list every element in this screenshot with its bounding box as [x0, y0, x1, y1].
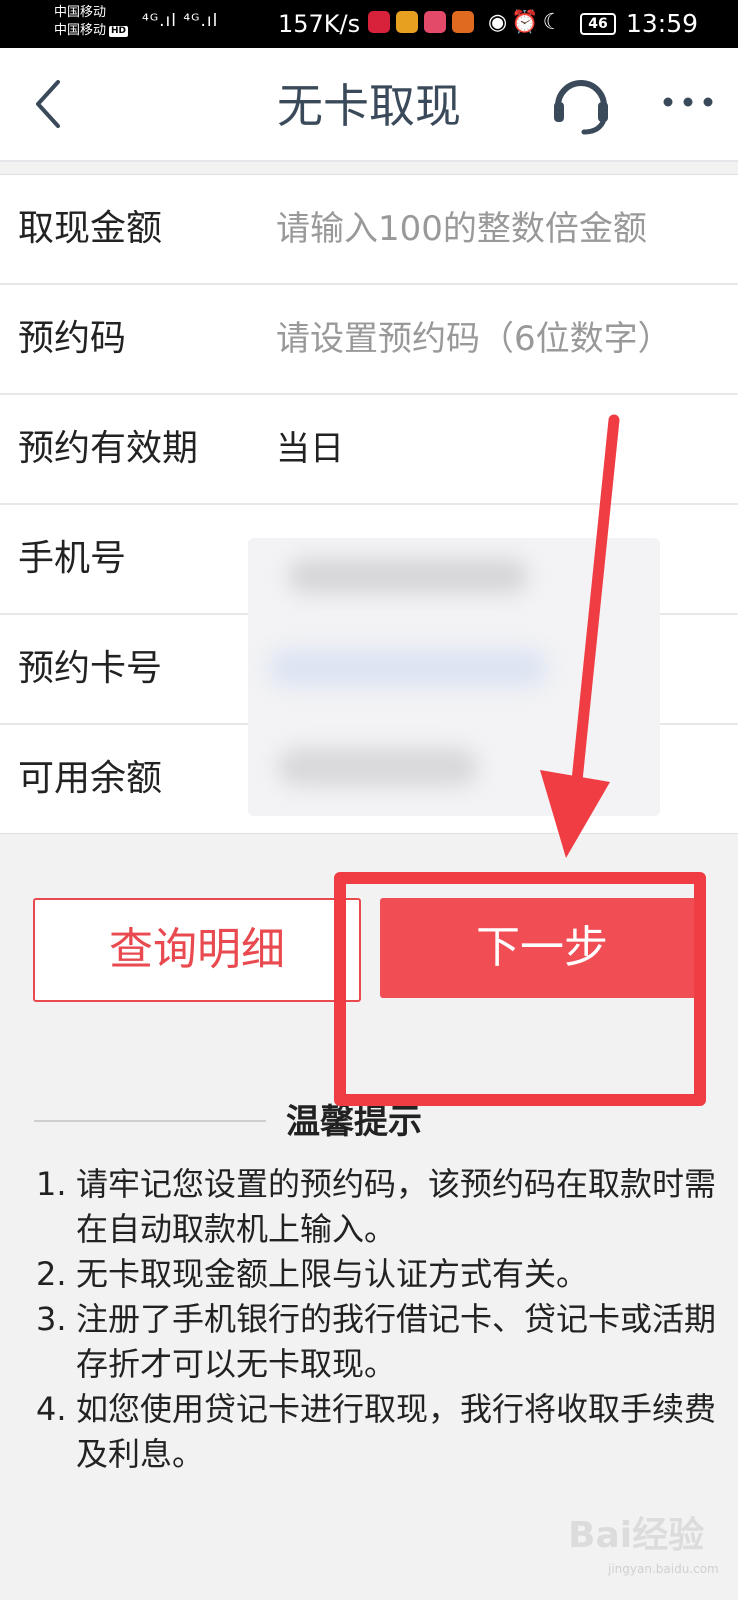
status-bar: 中国移动 中国移动 HD ⁴ᴳ.ıl ⁴ᴳ.ıl 157K/s ◉⏰☾ 46 13…: [0, 0, 738, 48]
tip-text: 如您使用贷记卡进行取现，我行将收取手续费及利息。: [76, 1390, 717, 1473]
query-details-button[interactable]: 查询明细: [33, 898, 361, 1002]
tip-number: 3.: [36, 1300, 67, 1338]
more-button[interactable]: [660, 82, 720, 122]
tip-item: 4. 如您使用贷记卡进行取现，我行将收取手续费及利息。: [36, 1387, 716, 1477]
customer-service-button[interactable]: [548, 70, 614, 136]
clock: 13:59: [626, 9, 699, 38]
form-row-amount: 取现金额: [0, 175, 738, 285]
amount-input[interactable]: [276, 203, 716, 255]
reservation-code-input[interactable]: [276, 313, 716, 365]
tips-divider: [34, 1120, 266, 1122]
system-status-icons: ◉⏰☾: [488, 10, 567, 35]
tip-text: 无卡取现金额上限与认证方式有关。: [76, 1255, 589, 1293]
headset-icon: [554, 80, 608, 135]
code-label: 预约码: [18, 318, 127, 359]
tip-item: 1. 请牢记您设置的预约码，该预约码在取款时需在自动取款机上输入。: [36, 1162, 716, 1252]
baidu-watermark: Bai经验: [568, 1515, 705, 1556]
carrier-info: 中国移动 中国移动 HD: [54, 4, 129, 40]
app-header: 无卡取现: [0, 48, 738, 162]
reader-icon: [424, 11, 446, 33]
form-row-code: 预约码: [0, 285, 738, 395]
phone-label: 手机号: [18, 538, 127, 579]
tip-text: 注册了手机银行的我行借记卡、贷记卡或活期存折才可以无卡取现。: [76, 1300, 717, 1383]
card-label: 预约卡号: [18, 648, 163, 689]
baidu-watermark-url: jingyan.baidu.com: [608, 1562, 719, 1576]
validity-value: 当日: [276, 429, 344, 469]
hd-badge: HD: [109, 26, 129, 37]
amount-label: 取现金额: [18, 208, 163, 249]
battery-icon: 46: [580, 13, 616, 35]
notification-icons: [368, 11, 474, 33]
tips-title: 温馨提示: [286, 1102, 422, 1142]
tips-list: 1. 请牢记您设置的预约码，该预约码在取款时需在自动取款机上输入。 2. 无卡取…: [36, 1162, 716, 1477]
network-speed: 157K/s: [278, 10, 361, 38]
validity-label: 预约有效期: [18, 428, 199, 469]
tip-number: 1.: [36, 1165, 67, 1203]
tip-item: 2. 无卡取现金额上限与认证方式有关。: [36, 1252, 716, 1297]
tip-text: 请牢记您设置的预约码，该预约码在取款时需在自动取款机上输入。: [76, 1165, 717, 1248]
annotation-highlight-box: [334, 872, 706, 1106]
page-title: 无卡取现: [277, 79, 461, 133]
app-notification-icon: [368, 11, 390, 33]
weibo-icon: [452, 11, 474, 33]
form-row-validity: 预约有效期 当日: [0, 395, 738, 505]
balance-label: 可用余额: [18, 758, 163, 799]
weibo-icon: [396, 11, 418, 33]
tip-number: 2.: [36, 1255, 67, 1293]
redacted-info-blur: [248, 538, 660, 816]
tip-number: 4.: [36, 1390, 67, 1428]
tip-item: 3. 注册了手机银行的我行借记卡、贷记卡或活期存折才可以无卡取现。: [36, 1297, 716, 1387]
carrier-1: 中国移动: [54, 5, 107, 20]
more-dots-icon: [663, 97, 713, 107]
signal-icon: ⁴ᴳ.ıl ⁴ᴳ.ıl: [142, 11, 219, 31]
carrier-2: 中国移动: [54, 23, 107, 38]
